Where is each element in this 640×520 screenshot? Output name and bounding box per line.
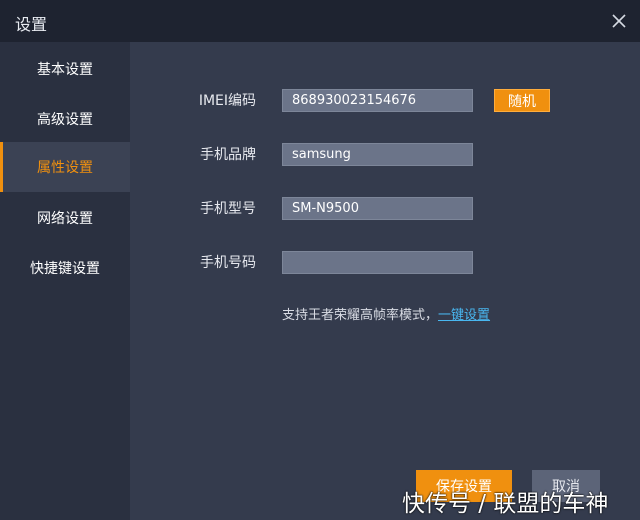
tip-text: 支持王者荣耀高帧率模式，	[282, 308, 439, 323]
brand-label: 手机品牌	[200, 147, 256, 163]
watermark: 快传号 / 联盟的车神	[402, 491, 609, 517]
phone-number-field[interactable]	[282, 251, 473, 274]
imei-field[interactable]	[282, 89, 473, 112]
imei-label: IMEI编码	[198, 93, 256, 109]
sidebar: 基本设置 高级设置 属性设置 网络设置 快捷键设置	[0, 42, 130, 520]
model-field[interactable]	[282, 197, 473, 220]
random-imei-button[interactable]: 随机	[494, 89, 550, 112]
sidebar-item-advanced-settings[interactable]: 高级设置	[0, 94, 130, 144]
close-button[interactable]	[604, 6, 634, 36]
title-bar: 设置	[0, 0, 640, 42]
model-label: 手机型号	[200, 201, 256, 217]
brand-field[interactable]	[282, 143, 473, 166]
phone-number-label: 手机号码	[200, 255, 256, 271]
sidebar-item-property-settings[interactable]: 属性设置	[0, 142, 130, 192]
high-frame-rate-tip: 支持王者荣耀高帧率模式，一键设置	[282, 306, 490, 326]
one-click-setup-link[interactable]: 一键设置	[438, 308, 490, 323]
sidebar-item-basic-settings[interactable]: 基本设置	[0, 44, 130, 94]
sidebar-item-network-settings[interactable]: 网络设置	[0, 193, 130, 243]
sidebar-item-hotkey-settings[interactable]: 快捷键设置	[0, 243, 130, 293]
close-icon	[612, 14, 626, 28]
window-title: 设置	[15, 15, 48, 34]
